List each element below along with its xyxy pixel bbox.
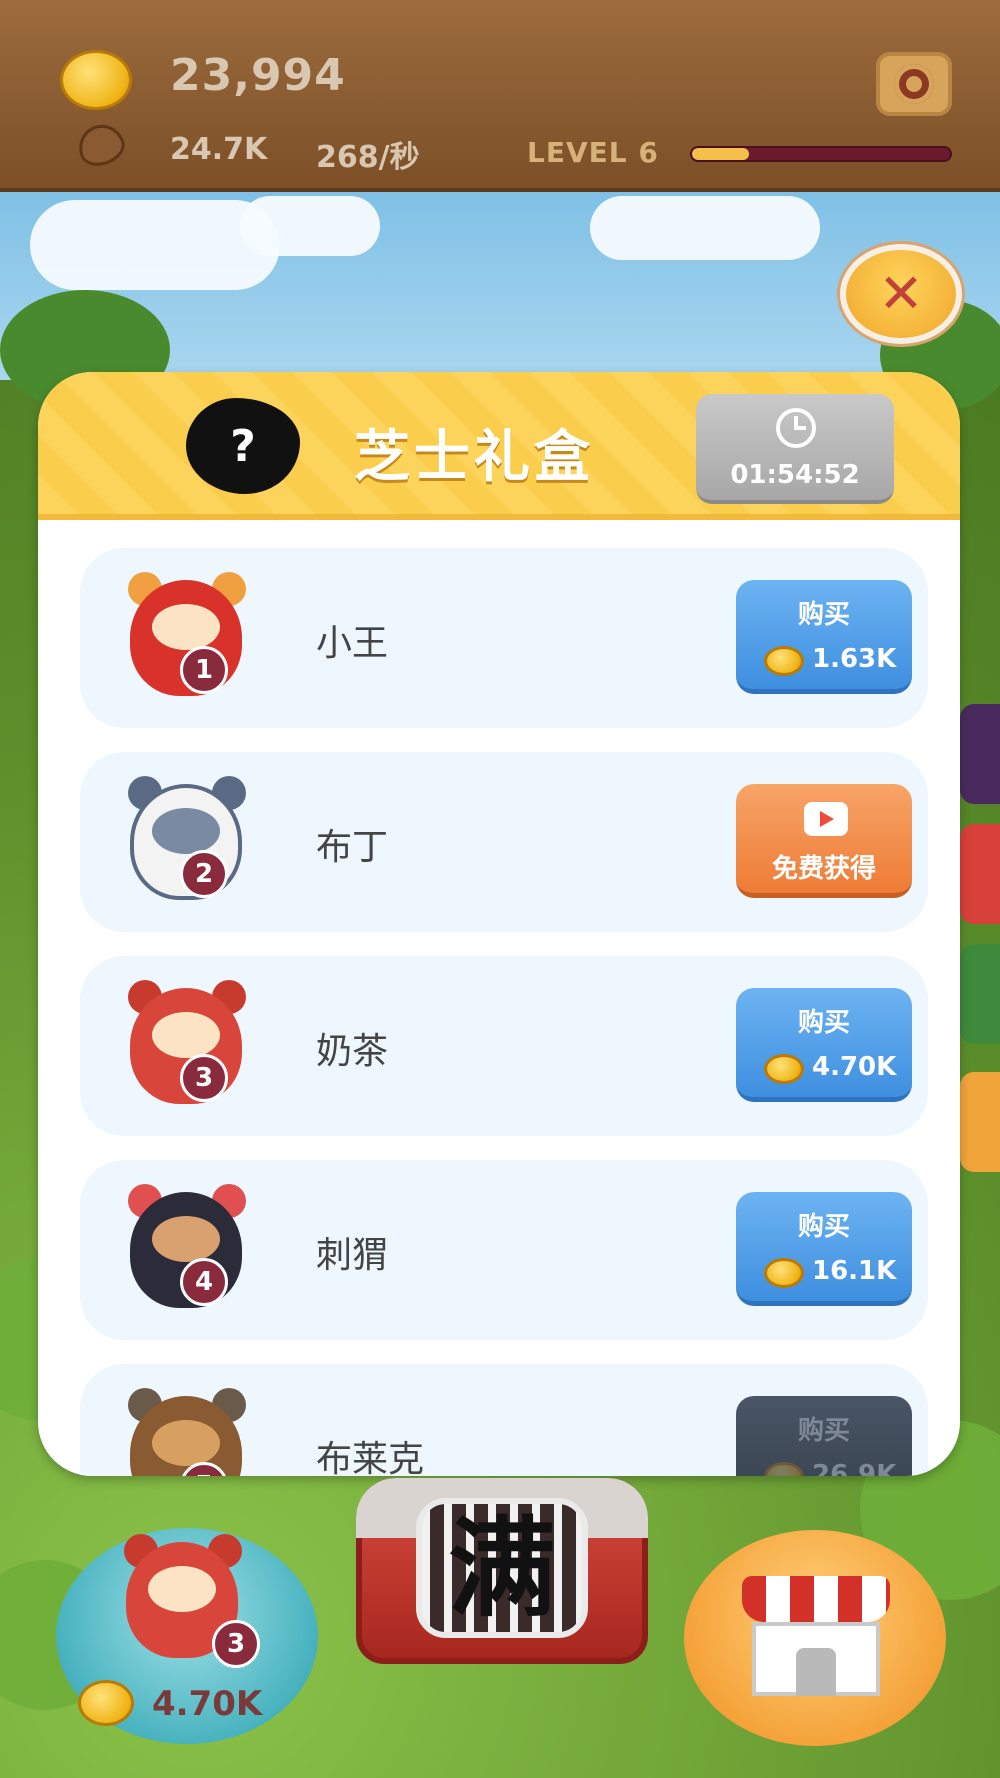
shop-icon xyxy=(742,1576,890,1622)
rank-badge: 3 xyxy=(180,1054,228,1102)
seed-icon xyxy=(72,118,130,172)
level-progress-fill xyxy=(692,148,749,160)
close-button[interactable]: ✕ xyxy=(840,244,962,344)
mystery-box-icon: ? xyxy=(186,398,300,494)
price-label: 16.1K xyxy=(812,1256,897,1286)
rank-badge: 2 xyxy=(180,850,228,898)
seed-count: 24.7K xyxy=(170,132,268,167)
item-name: 布莱克 xyxy=(316,1439,425,1476)
item-list[interactable]: 1 小王 购买 1.63K 2 布丁 免费获得 3 奶茶 购买 4.70K 4 … xyxy=(38,520,960,1476)
cage-full-label: 满 xyxy=(447,1507,556,1632)
free-label: 免费获得 xyxy=(771,854,876,884)
list-item: 2 布丁 免费获得 xyxy=(80,752,928,932)
settings-button[interactable] xyxy=(876,52,952,116)
video-play-icon xyxy=(804,802,848,836)
buy-label: 购买 xyxy=(797,600,850,630)
list-item: 3 奶茶 购买 4.70K xyxy=(80,956,928,1136)
rank-badge: 4 xyxy=(180,1258,228,1306)
dialog-header: ? 芝士礼盒 01:54:52 xyxy=(38,372,960,520)
buy-label: 购买 xyxy=(797,1416,850,1446)
shop-icon-door xyxy=(796,1648,836,1696)
item-name: 刺猬 xyxy=(316,1235,389,1276)
coin-icon xyxy=(764,1258,804,1288)
hamster-avatar xyxy=(120,1384,256,1476)
level-label: LEVEL 6 xyxy=(527,136,659,169)
shop-button[interactable] xyxy=(684,1530,946,1746)
rank-badge: 3 xyxy=(212,1620,260,1668)
item-name: 小王 xyxy=(316,623,389,664)
coin-icon xyxy=(764,1462,804,1476)
level-progress-bar xyxy=(690,146,952,162)
buy-button[interactable]: 购买 4.70K xyxy=(736,988,912,1102)
coin-icon xyxy=(764,1054,804,1084)
cloud xyxy=(240,196,380,256)
income-rate: 268/秒 xyxy=(316,140,420,175)
price-label: 1.63K xyxy=(812,644,897,674)
item-name: 奶茶 xyxy=(316,1031,389,1072)
side-tab-button[interactable] xyxy=(960,704,1000,804)
quick-buy-price: 4.70K xyxy=(152,1684,263,1724)
list-item: 5 布莱克 购买 26.9K xyxy=(80,1364,928,1476)
refresh-timer: 01:54:52 xyxy=(696,394,894,504)
timer-text: 01:54:52 xyxy=(730,460,860,490)
buy-label: 购买 xyxy=(797,1212,850,1242)
cloud xyxy=(590,196,820,260)
coin-count: 23,994 xyxy=(170,50,346,101)
list-item: 1 小王 购买 1.63K xyxy=(80,548,928,728)
list-item: 4 刺猬 购买 16.1K xyxy=(80,1160,928,1340)
side-tab-button[interactable] xyxy=(960,1072,1000,1172)
gear-icon xyxy=(894,64,934,104)
side-tab-button[interactable] xyxy=(960,824,1000,924)
coin-icon xyxy=(78,1680,134,1726)
free-get-button[interactable]: 免费获得 xyxy=(736,784,912,898)
clock-icon xyxy=(776,408,816,448)
cheese-gift-box-dialog: ? 芝士礼盒 01:54:52 1 小王 购买 1.63K 2 布丁 免费获得 … xyxy=(38,372,960,1476)
buy-button[interactable]: 购买 1.63K xyxy=(736,580,912,694)
side-tab-button[interactable] xyxy=(960,944,1000,1044)
price-label: 26.9K xyxy=(812,1460,897,1476)
coin-icon xyxy=(60,50,132,110)
rank-badge: 1 xyxy=(180,646,228,694)
close-icon: ✕ xyxy=(878,262,924,325)
item-name: 布丁 xyxy=(316,827,389,868)
coin-icon xyxy=(764,646,804,676)
quick-buy-button[interactable]: 3 4.70K xyxy=(56,1528,318,1744)
price-label: 4.70K xyxy=(812,1052,897,1082)
buy-label: 购买 xyxy=(797,1008,850,1038)
buy-button[interactable]: 购买 16.1K xyxy=(736,1192,912,1306)
top-bar: 23,994 24.7K 268/秒 LEVEL 6 xyxy=(0,0,1000,192)
dialog-title: 芝士礼盒 xyxy=(354,425,594,490)
locked-buy-button[interactable]: 购买 26.9K xyxy=(736,1396,912,1476)
